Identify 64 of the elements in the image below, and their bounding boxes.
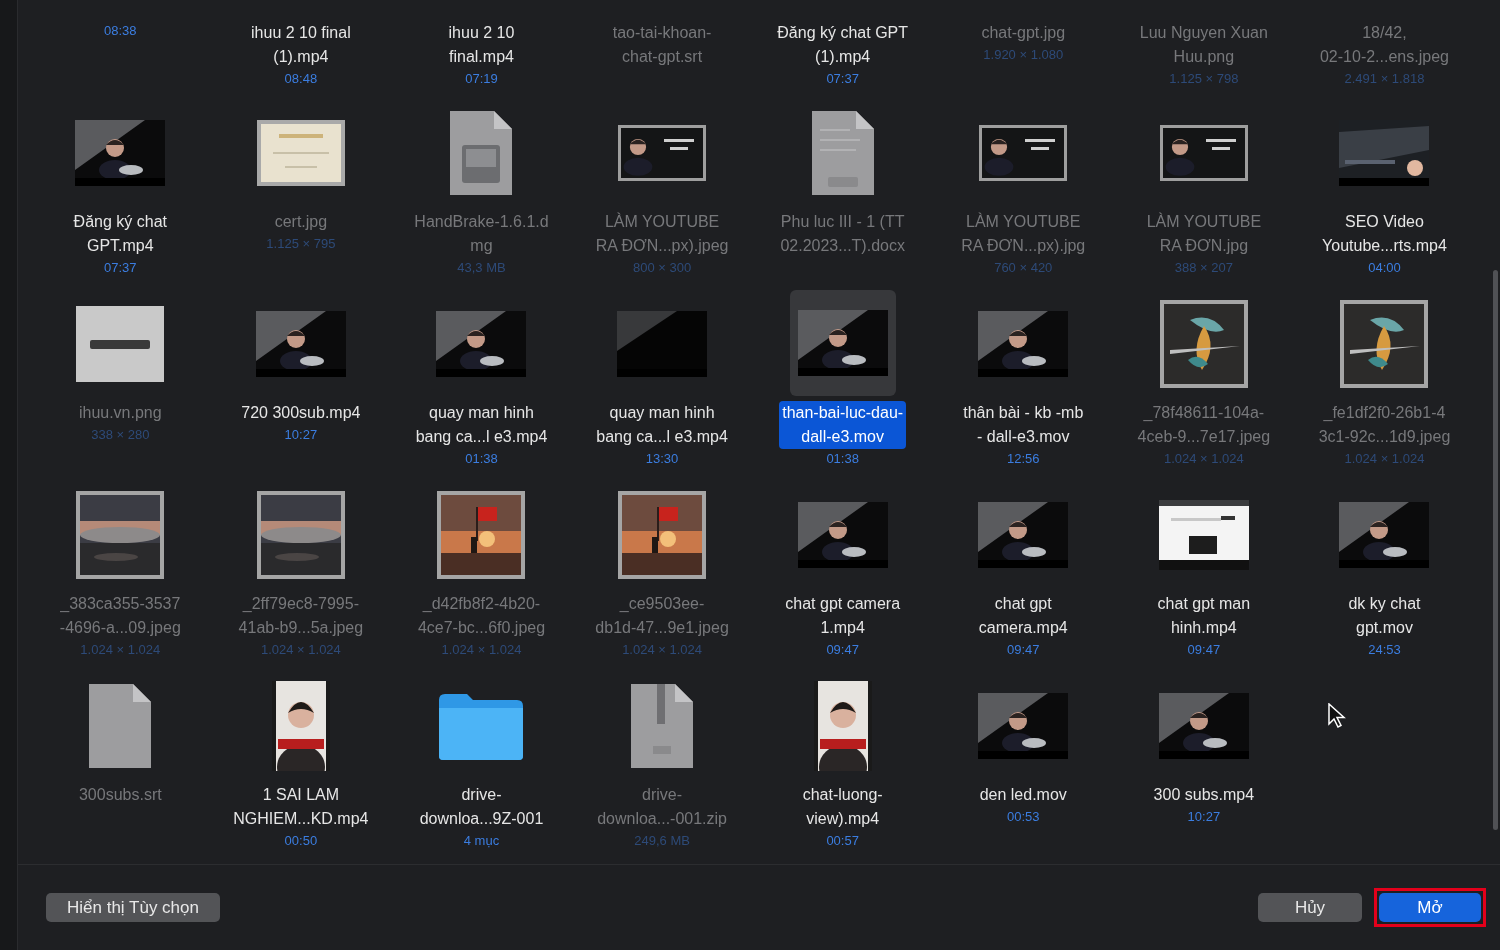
- file-detail: 1.024 × 1.024: [80, 641, 161, 659]
- file-detail: 04:00: [1368, 259, 1401, 277]
- file-detail: 2.491 × 1.818: [1344, 70, 1425, 88]
- file-detail: 1.125 × 798: [1169, 70, 1239, 88]
- file-detail: 07:19: [465, 70, 498, 88]
- file-icon: [87, 681, 154, 770]
- file-detail: 00:57: [826, 832, 859, 850]
- file-detail: 13:30: [645, 450, 679, 468]
- file-detail: 09:47: [1187, 641, 1221, 659]
- file-name[interactable]: SEO Video Youtube...rts.mp4: [1319, 210, 1450, 258]
- file-detail: 800 × 300: [632, 259, 692, 277]
- file-detail: 00:50: [284, 832, 318, 850]
- file-detail: 1.024 × 1.024: [441, 641, 522, 659]
- disk-image-icon: [448, 108, 515, 197]
- open-button[interactable]: Mở: [1379, 893, 1481, 922]
- file-name[interactable]: chat gpt man hinh.mp4: [1154, 592, 1254, 640]
- options-button[interactable]: Hiển thị Tùy chọn: [46, 893, 220, 922]
- file-name[interactable]: 1 SAI LAM NGHIEM...KD.mp4: [230, 783, 372, 831]
- file-detail: 388 × 207: [1174, 259, 1233, 277]
- pointer-icon: [1328, 703, 1346, 729]
- file-detail: 08:48: [284, 70, 318, 88]
- file-detail: 08:38: [104, 22, 137, 40]
- file-detail: 07:37: [826, 70, 859, 88]
- file-name[interactable]: ihuu 2 10 final (1).mp4: [248, 21, 354, 69]
- file-name[interactable]: chat-luong- view).mp4: [799, 783, 886, 831]
- file-name[interactable]: thân bài - kb -mb - dall-e3.mov: [960, 401, 1087, 449]
- file-detail: 09:47: [826, 641, 859, 659]
- file-detail: 43,3 MB: [457, 259, 506, 277]
- file-detail: 4 mục: [463, 832, 500, 850]
- file-detail: 01:38: [826, 450, 859, 468]
- file-name[interactable]: den led.mov: [976, 783, 1070, 807]
- file-detail: 1.024 × 1.024: [1163, 450, 1244, 468]
- file-detail: 10:27: [1187, 808, 1221, 826]
- file-name[interactable]: dk ky chat gpt.mov: [1345, 592, 1424, 640]
- file-detail: 24:53: [1368, 641, 1401, 659]
- file-detail: 12:56: [1007, 450, 1040, 468]
- file-detail: 1.024 × 1.024: [622, 641, 702, 659]
- file-detail: 1.024 × 1.024: [1344, 450, 1425, 468]
- zip-file-icon: [629, 681, 696, 770]
- file-name[interactable]: 300 subs.mp4: [1150, 783, 1258, 807]
- file-detail: 249,6 MB: [634, 832, 690, 850]
- file-name[interactable]: 720 300sub.mp4: [238, 401, 364, 425]
- file-detail: 1.125 × 795: [266, 235, 336, 253]
- file-detail: 10:27: [284, 426, 318, 444]
- file-name[interactable]: quay man hinh bang ca...l e3.mp4: [593, 401, 731, 449]
- file-name[interactable]: quay man hinh bang ca...l e3.mp4: [412, 401, 551, 449]
- cancel-button[interactable]: Hủy: [1258, 893, 1362, 922]
- file-name[interactable]: drive- downloa...9Z-001: [416, 783, 547, 831]
- file-detail: 1.024 × 1.024: [260, 641, 341, 659]
- file-detail: 1.920 × 1.080: [983, 46, 1064, 64]
- file-detail: 338 × 280: [91, 426, 150, 444]
- file-name[interactable]: Đăng ký chat GPT.mp4: [70, 210, 170, 258]
- file-detail: 760 × 420: [994, 259, 1053, 277]
- file-detail: 01:38: [465, 450, 498, 468]
- file-name[interactable]: chat gpt camera 1.mp4: [782, 592, 904, 640]
- file-name[interactable]: than-bai-luc-dau- dall-e3.mov: [779, 401, 907, 449]
- file-name[interactable]: Đăng ký chat GPT (1).mp4: [774, 21, 912, 69]
- file-detail: 09:47: [1007, 641, 1040, 659]
- document-icon: [809, 108, 876, 197]
- file-name[interactable]: chat gpt camera.mp4: [975, 592, 1071, 640]
- file-detail: 00:53: [1007, 808, 1040, 826]
- file-name[interactable]: ihuu 2 10 final.mp4: [445, 21, 518, 69]
- file-detail: 07:37: [104, 259, 137, 277]
- scrollbar[interactable]: [1493, 270, 1498, 830]
